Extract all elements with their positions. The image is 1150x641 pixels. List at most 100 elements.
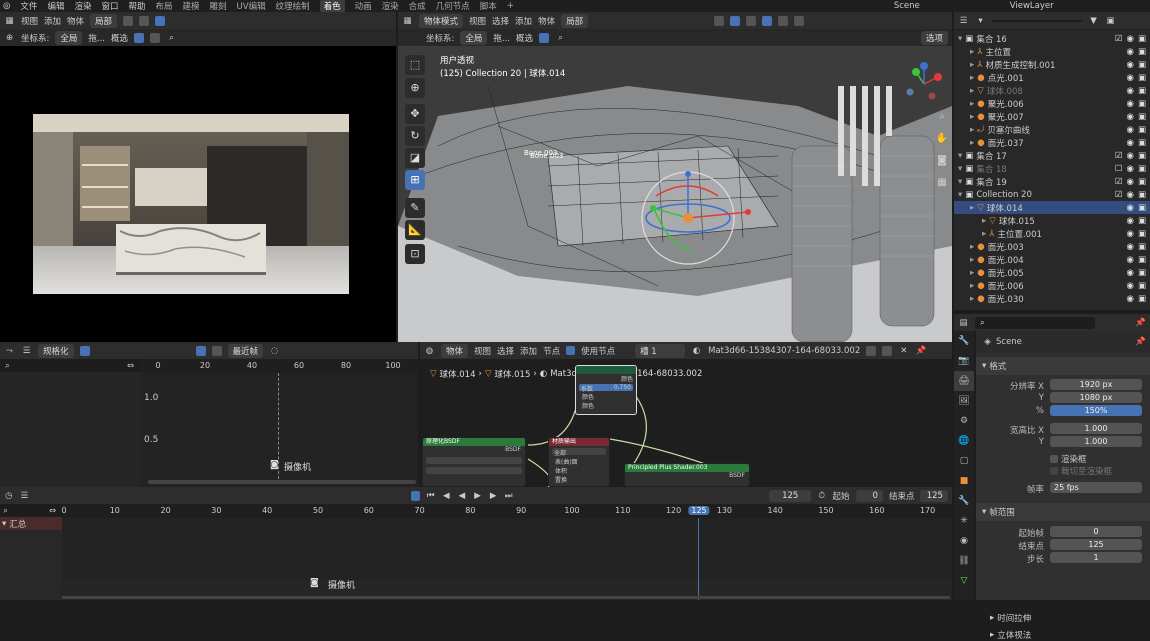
outliner-row[interactable]: ▸ ● 面光.003 ◉ ▣ bbox=[954, 240, 1150, 253]
outliner-row[interactable]: ▸ ⅄ 主位置 ◉ ▣ bbox=[954, 45, 1150, 58]
material-output-node[interactable]: 材质输出 全部 表(曲)面 体积 置换 bbox=[548, 437, 610, 487]
chevron-down-icon[interactable]: ▾ bbox=[958, 151, 962, 161]
menu-view[interactable]: 视图 bbox=[469, 15, 486, 27]
snap-dropdown[interactable]: 最近帧 bbox=[227, 343, 264, 358]
search-icon[interactable]: ⌕ bbox=[166, 33, 177, 43]
select-mode-icon[interactable] bbox=[539, 32, 550, 43]
gizmo-toggle-icon[interactable] bbox=[730, 15, 741, 26]
frame-step-field[interactable]: 1 bbox=[1050, 552, 1142, 563]
viewport-canvas[interactable]: 用户透视 (125) Collection 20 | 球体.014 Bone.0… bbox=[398, 46, 952, 342]
search-icon[interactable]: ⌕ bbox=[555, 33, 566, 43]
timeline-keyframe-area[interactable] bbox=[62, 518, 952, 580]
pivot-dropdown[interactable]: 局部 bbox=[561, 13, 589, 28]
menu-icon[interactable]: ☰ bbox=[20, 491, 30, 501]
node-output-socket[interactable]: BSDF bbox=[423, 446, 525, 453]
render-camera-icon[interactable]: ▣ bbox=[1138, 216, 1146, 226]
menu-node[interactable]: 节点 bbox=[543, 345, 560, 357]
rotate-tool-icon[interactable]: ↻ bbox=[405, 126, 425, 146]
mix-node[interactable]: 颜色 系数 0.750 颜色 颜色 bbox=[575, 365, 637, 415]
node-input-socket[interactable]: 表(曲)面 bbox=[549, 457, 609, 466]
particles-tab-icon[interactable]: ✳ bbox=[954, 511, 974, 531]
time-stretch-panel-header[interactable]: ▸ 时间拉伸 bbox=[976, 611, 1150, 624]
material-name-field[interactable]: Mat3d66-15384307-164-68033.002 bbox=[708, 346, 860, 356]
options-dropdown[interactable]: 选项 bbox=[920, 30, 948, 45]
render-camera-icon[interactable]: ▣ bbox=[1138, 125, 1146, 135]
camera-view-icon[interactable]: ◙ bbox=[934, 150, 950, 172]
editor-type-icon[interactable]: ◷ bbox=[4, 491, 14, 501]
outliner-search-input[interactable] bbox=[992, 19, 1082, 22]
prev-keyframe-icon[interactable]: ◀ bbox=[442, 491, 452, 501]
normalize-toggle[interactable]: 规格化 bbox=[38, 343, 74, 358]
overlay-toggle-icon[interactable] bbox=[139, 15, 150, 26]
timeline-scrollbar[interactable] bbox=[62, 596, 950, 599]
fake-user-icon[interactable] bbox=[866, 345, 877, 356]
constraints-tab-icon[interactable]: ⛓ bbox=[954, 551, 974, 571]
chevron-right-icon[interactable]: ▸ bbox=[970, 268, 974, 278]
menu-select[interactable]: 选择 bbox=[492, 15, 509, 27]
tab-layout[interactable]: 布局 bbox=[156, 0, 173, 12]
chevron-right-icon[interactable]: ▸ bbox=[970, 73, 974, 83]
render-camera-icon[interactable]: ▣ bbox=[1138, 86, 1146, 96]
select-box-tool-icon[interactable]: ⬚ bbox=[405, 55, 425, 75]
overlay-toggle-icon[interactable] bbox=[746, 15, 757, 26]
collection-checkbox[interactable]: ☑ bbox=[1115, 34, 1123, 44]
chevron-right-icon[interactable]: ▸ bbox=[970, 138, 974, 148]
chevron-right-icon[interactable]: ▸ bbox=[970, 242, 974, 252]
next-keyframe-icon[interactable]: ▶ bbox=[488, 491, 498, 501]
jump-start-icon[interactable]: ⏮ bbox=[426, 491, 436, 501]
rendered-shading-icon[interactable] bbox=[794, 15, 805, 26]
jump-end-icon[interactable]: ⏭ bbox=[504, 491, 514, 501]
tab-animation[interactable]: 动画 bbox=[355, 0, 372, 12]
render-camera-icon[interactable]: ▣ bbox=[1138, 294, 1146, 304]
navigation-gizmo[interactable] bbox=[902, 62, 946, 106]
render-camera-icon[interactable]: ▣ bbox=[1138, 99, 1146, 109]
render-camera-icon[interactable]: ▣ bbox=[1138, 34, 1146, 44]
object-tab-icon[interactable]: ■ bbox=[954, 471, 974, 491]
cursor-tool-icon[interactable]: ⊕ bbox=[405, 78, 425, 98]
frame-start-field[interactable]: 0 bbox=[1050, 526, 1142, 537]
menu-view[interactable]: 视图 bbox=[21, 15, 38, 27]
chevron-down-icon[interactable]: ▾ bbox=[958, 177, 962, 187]
outliner-row[interactable]: ▸ ● 聚光.006 ◉ ▣ bbox=[954, 97, 1150, 110]
proportional-icon[interactable]: ◌ bbox=[269, 346, 280, 356]
graph-frame-ruler[interactable]: 0 20 40 60 80 100 bbox=[140, 359, 418, 373]
mode-dropdown[interactable]: 物体模式 bbox=[419, 13, 464, 28]
coord-dropdown[interactable]: 全局 bbox=[460, 30, 488, 45]
transform-orientation-icon[interactable]: ⊕ bbox=[4, 33, 15, 43]
pan-hand-icon[interactable]: ✋ bbox=[934, 128, 950, 150]
fps-dropdown[interactable]: 25 fps bbox=[1050, 482, 1142, 493]
zoom-icon[interactable]: ⌕ bbox=[934, 106, 950, 128]
chevron-right-icon[interactable]: ▸ bbox=[970, 203, 974, 213]
outliner-row[interactable]: ▸ ⅄ 材质生成控制.001 ◉ ▣ bbox=[954, 58, 1150, 71]
render-camera-icon[interactable]: ▣ bbox=[1138, 203, 1146, 213]
render-camera-icon[interactable]: ▣ bbox=[1138, 60, 1146, 70]
tab-uv[interactable]: UV编辑 bbox=[237, 0, 266, 12]
node-input-socket[interactable]: 颜色 bbox=[576, 392, 636, 401]
tab-shading[interactable]: 着色 bbox=[319, 0, 345, 12]
visibility-eye-icon[interactable]: ◉ bbox=[1127, 112, 1134, 122]
render-camera-icon[interactable]: ▣ bbox=[1138, 177, 1146, 187]
measure-tool-icon[interactable]: 📐 bbox=[405, 220, 425, 240]
tab-sculpt[interactable]: 雕刻 bbox=[210, 0, 227, 12]
play-reverse-icon[interactable]: ◀ bbox=[457, 491, 467, 501]
pivot-icon[interactable] bbox=[211, 345, 222, 356]
select-dropdown[interactable]: 概选 bbox=[111, 32, 128, 44]
chevron-right-icon[interactable]: ▸ bbox=[970, 125, 974, 135]
pin-icon[interactable]: 📌 bbox=[1135, 318, 1146, 328]
perspective-grid-icon[interactable]: ▦ bbox=[934, 172, 950, 194]
outliner-row[interactable]: ▸ ⅄ 主位置.001 ◉ ▣ bbox=[954, 227, 1150, 240]
shader-type-dropdown[interactable]: 物体 bbox=[441, 343, 469, 358]
duplicate-icon[interactable] bbox=[882, 345, 893, 356]
shading-toggle-icon[interactable] bbox=[123, 15, 134, 26]
pin-icon[interactable]: 📌 bbox=[915, 346, 926, 356]
select-mode-icon[interactable] bbox=[134, 32, 145, 43]
collection-checkbox[interactable]: ☑ bbox=[1115, 151, 1123, 161]
outliner-row[interactable]: ▾ ▣ Collection 20 ☑ ◉ ▣ bbox=[954, 188, 1150, 201]
properties-search-input[interactable]: ⌕ bbox=[975, 316, 1095, 329]
menu-select[interactable]: 选择 bbox=[497, 345, 514, 357]
timeline-ruler[interactable]: 0 10 20 30 40 50 60 70 80 90 100 110 120 125 130 140 150… bbox=[61, 504, 952, 518]
aspect-x-field[interactable]: 1.000 bbox=[1050, 423, 1142, 434]
visibility-eye-icon[interactable]: ◉ bbox=[1127, 151, 1134, 161]
visibility-eye-icon[interactable]: ◉ bbox=[1127, 242, 1134, 252]
chevron-right-icon[interactable]: ▸ bbox=[982, 229, 986, 239]
